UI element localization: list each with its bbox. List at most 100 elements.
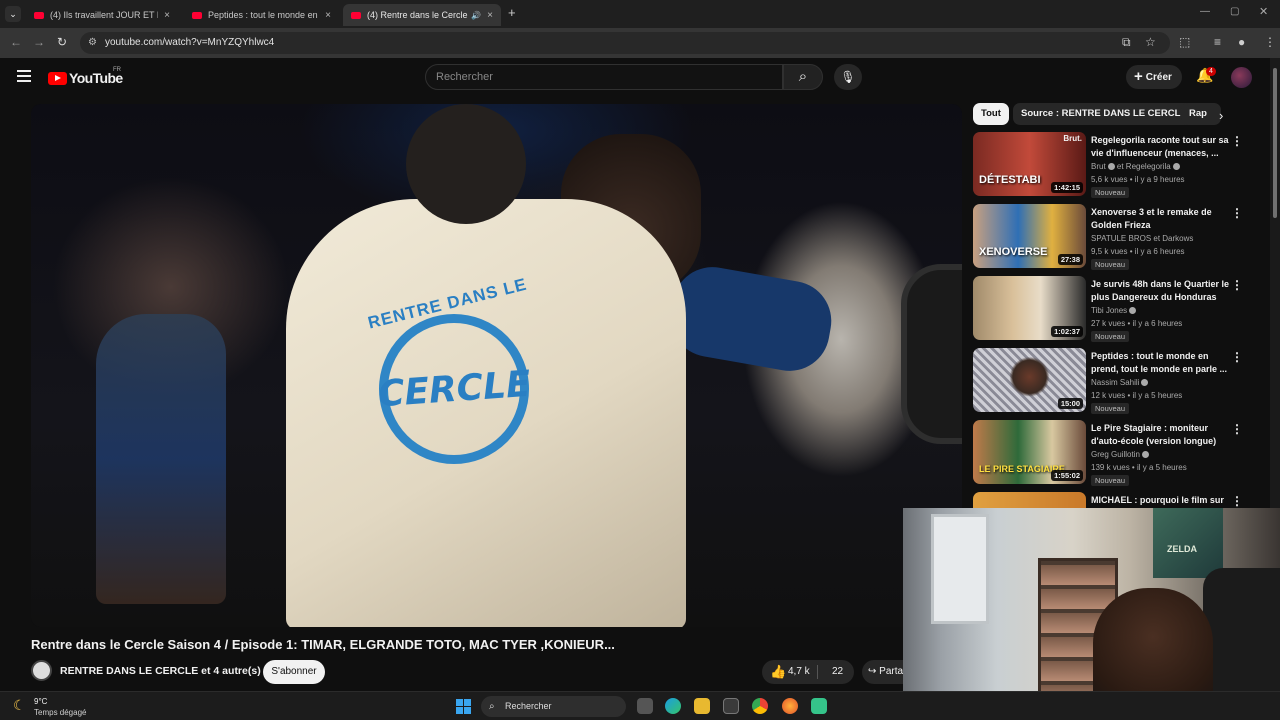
more-options-icon[interactable]: ⋮ bbox=[1231, 350, 1243, 364]
rec-channel[interactable]: SPATULE BROS et Darkows bbox=[1091, 234, 1193, 243]
account-avatar[interactable] bbox=[1231, 67, 1252, 88]
more-options-icon[interactable]: ⋮ bbox=[1231, 206, 1243, 220]
chip-source[interactable]: Source : RENTRE DANS LE CERCLE bbox=[1013, 103, 1195, 125]
extensions-icon[interactable]: ⬚ bbox=[1179, 35, 1190, 49]
tab-close-icon[interactable]: × bbox=[164, 10, 170, 21]
address-bar[interactable]: ⚙ youtube.com/watch?v=MnYZQYhlwc4 bbox=[80, 32, 1170, 54]
scrollbar-thumb[interactable] bbox=[1273, 68, 1277, 218]
rec-title[interactable]: Regelegorila raconte tout sur sa vie d'i… bbox=[1091, 134, 1231, 160]
more-options-icon[interactable]: ⋮ bbox=[1231, 278, 1243, 292]
rec-meta: 9,5 k vues • il y a 6 heures bbox=[1091, 247, 1185, 256]
poster-text: ZELDA bbox=[1167, 544, 1197, 554]
site-settings-icon[interactable]: ⚙ bbox=[88, 32, 97, 54]
thumbs-up-icon[interactable]: 👍 bbox=[770, 660, 786, 684]
recommendation-item[interactable]: XENOVERSE 27:38 Xenoverse 3 et le remake… bbox=[973, 204, 1253, 270]
tab-list-dropdown[interactable]: ⌄ bbox=[5, 6, 21, 22]
rec-title[interactable]: MICHAEL : pourquoi le film sur bbox=[1091, 494, 1231, 507]
recommendation-item[interactable]: Brut. DÉTESTABI 1:42:15 Regelegorila rac… bbox=[973, 132, 1253, 198]
channel-avatar[interactable] bbox=[31, 660, 52, 681]
new-tab-button[interactable]: + bbox=[508, 5, 516, 20]
file-explorer-icon[interactable] bbox=[694, 698, 710, 714]
youtube-logo[interactable]: YouTube FR bbox=[48, 67, 123, 86]
video-thumbnail[interactable]: XENOVERSE 27:38 bbox=[973, 204, 1086, 268]
search-icon: ⌕ bbox=[489, 701, 495, 712]
rec-meta: 5,6 k vues • il y a 9 heures bbox=[1091, 175, 1185, 184]
windows-start-icon[interactable] bbox=[456, 699, 471, 714]
profile-icon[interactable]: ● bbox=[1238, 35, 1245, 49]
moon-weather-icon[interactable]: ☾ bbox=[13, 697, 26, 714]
close-window-icon[interactable]: ✕ bbox=[1259, 5, 1268, 18]
rec-title[interactable]: Xenoverse 3 et le remake de Golden Friez… bbox=[1091, 206, 1231, 232]
video-thumbnail[interactable]: Brut. DÉTESTABI 1:42:15 bbox=[973, 132, 1086, 196]
browser-tab-3-active[interactable]: (4) Rentre dans le Cercle Sai 🔊 × bbox=[343, 4, 501, 26]
like-dislike-group: 👍 4,7 k 22 bbox=[762, 660, 854, 684]
recommendation-item[interactable]: MICHAEL : pourquoi le film sur ⋮ bbox=[973, 492, 1253, 508]
duration-badge: 15:00 bbox=[1057, 398, 1083, 409]
video-thumbnail[interactable]: 1:02:37 bbox=[973, 276, 1086, 340]
youtube-play-icon bbox=[48, 71, 67, 85]
rec-channel[interactable]: Tibi Jones bbox=[1091, 306, 1137, 315]
more-options-icon[interactable]: ⋮ bbox=[1231, 494, 1243, 508]
youtube-favicon-icon bbox=[192, 11, 202, 19]
video-thumbnail[interactable] bbox=[973, 492, 1086, 508]
rec-channel[interactable]: Brut et Regelegorila bbox=[1091, 162, 1180, 171]
person-head bbox=[406, 104, 526, 224]
voice-search-button[interactable]: 🎙 bbox=[834, 64, 862, 90]
browser-menu-icon[interactable]: ⋮ bbox=[1264, 35, 1276, 49]
chip-rap[interactable]: Rap bbox=[1181, 103, 1221, 125]
chrome-icon[interactable] bbox=[752, 698, 768, 714]
rec-channel[interactable]: Nassim Sahili bbox=[1091, 378, 1149, 387]
taskbar-search-label: Rechercher bbox=[505, 701, 552, 711]
tab-title: (4) Rentre dans le Cercle Sai bbox=[367, 10, 468, 20]
bookmark-star-icon[interactable]: ☆ bbox=[1145, 35, 1156, 49]
weather-temperature[interactable]: 9°C bbox=[34, 697, 47, 706]
browser-tab-2[interactable]: Peptides : tout le monde en pre × bbox=[184, 4, 339, 26]
recommendation-item[interactable]: 15:00 Peptides : tout le monde en prend,… bbox=[973, 348, 1253, 414]
secondary-count[interactable]: 22 bbox=[832, 660, 843, 684]
recommendation-item[interactable]: 1:02:37 Je survis 48h dans le Quartier l… bbox=[973, 276, 1253, 342]
firefox-icon[interactable] bbox=[782, 698, 798, 714]
edge-browser-icon[interactable] bbox=[665, 698, 681, 714]
more-options-icon[interactable]: ⋮ bbox=[1231, 422, 1243, 436]
chip-all[interactable]: Tout bbox=[973, 103, 1009, 125]
reload-icon[interactable]: ↻ bbox=[57, 35, 67, 49]
like-count[interactable]: 4,7 k bbox=[788, 660, 810, 684]
video-player[interactable]: RENTRE DANS LE CERCLE bbox=[31, 104, 962, 627]
subscribe-button[interactable]: S'abonner bbox=[263, 660, 325, 684]
install-app-icon[interactable]: ⧉ bbox=[1122, 35, 1131, 50]
tab-title: Peptides : tout le monde en pre bbox=[208, 10, 319, 20]
app-icon[interactable] bbox=[811, 698, 827, 714]
media-controls-icon[interactable]: ≡ bbox=[1214, 35, 1221, 49]
cercle-logo-text: CERCLE bbox=[376, 363, 532, 415]
forward-icon[interactable]: → bbox=[33, 35, 45, 49]
search-input[interactable]: Rechercher bbox=[425, 64, 783, 90]
rec-title[interactable]: Peptides : tout le monde en prend, tout … bbox=[1091, 350, 1231, 376]
rec-title[interactable]: Le Pire Stagiaire : moniteur d'auto-écol… bbox=[1091, 422, 1231, 448]
rec-title[interactable]: Je survis 48h dans le Quartier le plus D… bbox=[1091, 278, 1231, 304]
tab-close-icon[interactable]: × bbox=[325, 10, 331, 21]
video-thumbnail[interactable]: 15:00 bbox=[973, 348, 1086, 412]
speaker-icon[interactable]: 🔊 bbox=[471, 11, 481, 20]
minimize-icon[interactable]: — bbox=[1200, 6, 1210, 17]
circle-sign bbox=[901, 264, 962, 444]
microphone-icon: 🎙 bbox=[840, 70, 856, 84]
rec-channel[interactable]: Greg Guillotin bbox=[1091, 450, 1149, 459]
tab-close-icon[interactable]: × bbox=[487, 10, 493, 21]
browser-tab-1[interactable]: (4) Ils travaillent JOUR ET NUIT × bbox=[26, 4, 178, 26]
taskbar-search[interactable]: ⌕ Rechercher bbox=[481, 696, 626, 717]
maximize-icon[interactable]: ▢ bbox=[1230, 6, 1239, 17]
back-icon[interactable]: ← bbox=[10, 35, 22, 49]
channel-name[interactable]: RENTRE DANS LE CERCLE et 4 autre(s) bbox=[60, 665, 261, 677]
hamburger-menu-icon[interactable] bbox=[17, 70, 31, 82]
weather-description[interactable]: Temps dégagé bbox=[34, 708, 86, 717]
video-title: Rentre dans le Cercle Saison 4 / Episode… bbox=[31, 637, 615, 652]
video-thumbnail[interactable]: LE PIRE STAGIAIRE 1:55:02 bbox=[973, 420, 1086, 484]
create-button[interactable]: + Créer bbox=[1126, 65, 1182, 89]
task-view-icon[interactable] bbox=[637, 698, 653, 714]
recommendation-item[interactable]: LE PIRE STAGIAIRE 1:55:02 Le Pire Stagia… bbox=[973, 420, 1253, 486]
rec-channel-name: Brut bbox=[1091, 162, 1106, 171]
search-button[interactable]: ⌕ bbox=[783, 64, 823, 90]
store-icon[interactable] bbox=[723, 698, 739, 714]
chevron-right-icon[interactable]: › bbox=[1219, 108, 1223, 123]
more-options-icon[interactable]: ⋮ bbox=[1231, 134, 1243, 148]
